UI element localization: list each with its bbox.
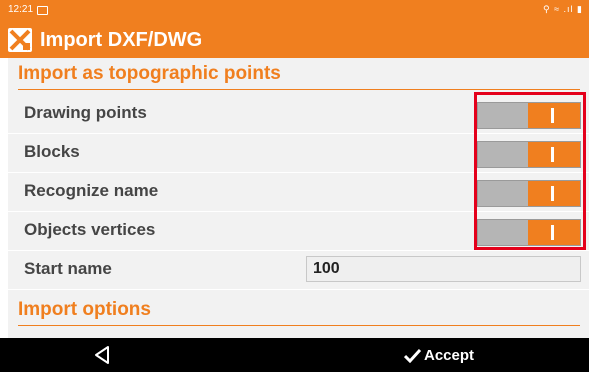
section-header-import-options[interactable]: Import options [18,294,580,326]
accept-label: Accept [424,347,475,364]
navigation-bar: Accept [0,338,589,372]
start-name-input[interactable] [306,256,581,282]
x-logo-icon [8,28,32,52]
section-title: Import options [18,299,151,320]
status-time: 12:21 [8,4,34,15]
section-title: Import as topographic points [18,63,281,84]
setting-row-start-name: Start name [8,250,589,290]
status-icons: ⚲ ≈ .ıl ▮ [543,4,583,14]
status-bar: 12:21 ⚲ ≈ .ıl ▮ [0,0,589,22]
app-title: Import DXF/DWG [40,29,203,51]
setting-label: Blocks [24,142,80,161]
setting-label: Start name [24,259,112,278]
settings-panel: Import as topographic points Drawing poi… [8,58,589,338]
setting-label: Drawing points [24,103,147,122]
section-header-topographic: Import as topographic points [18,58,580,90]
app-bar: Import DXF/DWG [0,22,589,58]
checkmark-icon [404,349,421,363]
setting-label: Recognize name [24,181,159,200]
notification-icon [37,6,48,15]
setting-label: Objects vertices [24,220,156,239]
back-triangle-icon[interactable] [92,345,112,365]
toggles-highlight-box [474,92,586,250]
